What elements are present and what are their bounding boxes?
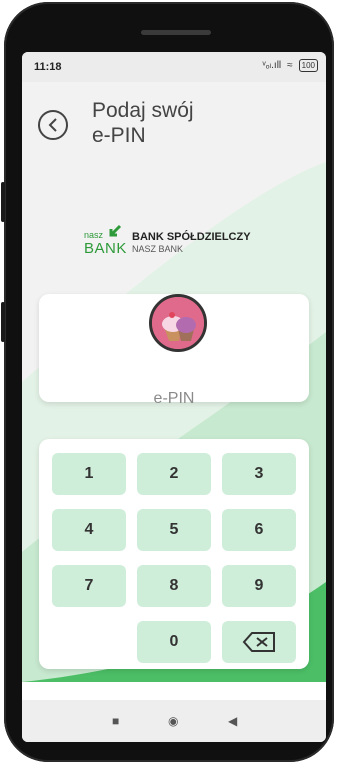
status-bar: 11:18 ᵛₒₗ.ıll ≈ 100 bbox=[22, 52, 326, 82]
cupcake-icon bbox=[152, 297, 204, 349]
bank-subname: NASZ BANK bbox=[132, 243, 184, 254]
chevron-left-icon bbox=[48, 118, 57, 132]
key-2[interactable]: 2 bbox=[137, 453, 211, 495]
back-button[interactable] bbox=[38, 110, 68, 140]
recent-apps-icon[interactable]: ■ bbox=[112, 714, 119, 728]
key-1[interactable]: 1 bbox=[52, 453, 126, 495]
phone-frame: 11:18 ᵛₒₗ.ıll ≈ 100 Podaj swój e-PIN nas… bbox=[1, 2, 334, 762]
pin-label[interactable]: e-PIN bbox=[39, 390, 309, 408]
screen: 11:18 ᵛₒₗ.ıll ≈ 100 Podaj swój e-PIN nas… bbox=[22, 52, 326, 742]
volume-button bbox=[1, 182, 5, 222]
status-time: 11:18 bbox=[34, 61, 62, 73]
battery-icon: 100 bbox=[298, 59, 318, 72]
key-0[interactable]: 0 bbox=[137, 621, 211, 663]
title-line-1: Podaj swój bbox=[92, 99, 194, 122]
status-icons: ᵛₒₗ.ıll ≈ 100 bbox=[262, 59, 318, 72]
backspace-icon bbox=[242, 632, 275, 652]
logo-bank: BANK bbox=[84, 240, 127, 257]
key-4[interactable]: 4 bbox=[52, 509, 126, 551]
power-button bbox=[1, 302, 5, 342]
title-line-2: e-PIN bbox=[92, 124, 146, 147]
key-6[interactable]: 6 bbox=[222, 509, 296, 551]
wifi-icon: ≈ bbox=[287, 60, 293, 71]
signal-icon: ᵛₒₗ.ıll bbox=[262, 60, 282, 71]
key-8[interactable]: 8 bbox=[137, 565, 211, 607]
key-3[interactable]: 3 bbox=[222, 453, 296, 495]
speaker-grille bbox=[141, 30, 211, 35]
bank-logo: nasz BANK BANK SPÓŁDZIELCZY NASZ BANK bbox=[84, 224, 251, 260]
key-7[interactable]: 7 bbox=[52, 565, 126, 607]
logo-nasz: nasz bbox=[84, 230, 104, 240]
nav-back-icon[interactable]: ◀ bbox=[228, 714, 237, 728]
bank-name: BANK SPÓŁDZIELCZY bbox=[132, 230, 251, 243]
key-5[interactable]: 5 bbox=[137, 509, 211, 551]
page-title: Podaj swój e-PIN bbox=[92, 98, 282, 148]
logo-mark: nasz BANK bbox=[84, 224, 127, 260]
logo-text: BANK SPÓŁDZIELCZY NASZ BANK bbox=[132, 231, 251, 254]
arrow-icon bbox=[109, 224, 122, 237]
home-icon[interactable]: ◉ bbox=[168, 714, 178, 728]
keypad: 1 2 3 4 5 6 7 8 9 0 bbox=[39, 439, 309, 669]
backspace-button[interactable] bbox=[222, 621, 296, 663]
nav-bar: ■ ◉ ◀ bbox=[22, 700, 326, 742]
key-9[interactable]: 9 bbox=[222, 565, 296, 607]
avatar-image bbox=[149, 294, 207, 352]
